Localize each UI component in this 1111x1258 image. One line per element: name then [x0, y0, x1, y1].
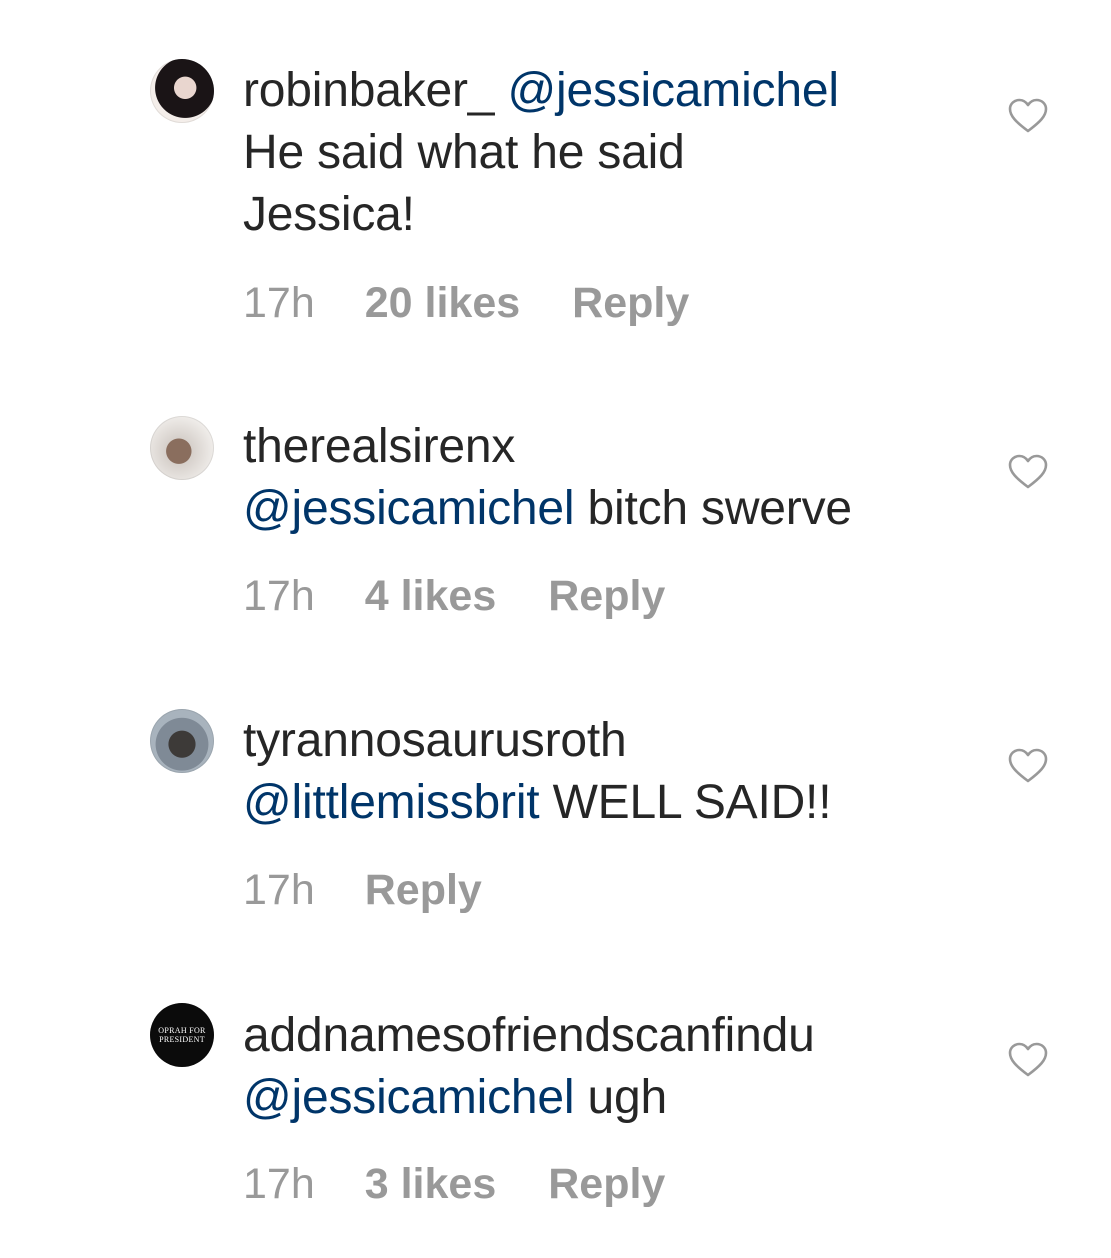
comment-time: 17h: [243, 1160, 315, 1208]
comment-mention[interactable]: @jessicamichel: [243, 1071, 575, 1124]
comment-username[interactable]: addnamesofriendscanfindu: [243, 1009, 815, 1062]
heart-outline-icon[interactable]: [1008, 454, 1048, 490]
comment-body: addnamesofriendscanfindu @jessicamichel …: [243, 1005, 963, 1129]
comment-meta: 17h 3 likes Reply: [243, 1159, 665, 1209]
comment-mention[interactable]: @jessicamichel: [507, 64, 839, 117]
comment-mention[interactable]: @jessicamichel: [243, 482, 575, 535]
comment-username[interactable]: therealsirenx: [243, 420, 515, 473]
comment-username[interactable]: robinbaker_: [243, 64, 495, 117]
comment-text: He said what he said Jessica!: [243, 126, 685, 241]
comment-time: 17h: [243, 866, 315, 914]
heart-outline-icon[interactable]: [1008, 98, 1048, 134]
reply-button[interactable]: Reply: [572, 278, 689, 328]
reply-button[interactable]: Reply: [548, 571, 665, 621]
comment-meta: 17h 4 likes Reply: [243, 571, 665, 621]
avatar-logo-text: OPRAH FOR PRESIDENT: [158, 1026, 206, 1044]
comment-time: 17h: [243, 572, 315, 620]
comment-body: robinbaker_ @jessicamichel He said what …: [243, 60, 963, 246]
comment-body: therealsirenx @jessicamichel bitch swerv…: [243, 416, 963, 540]
comment-likes[interactable]: 4 likes: [365, 571, 497, 621]
comment-text: WELL SAID!!: [552, 776, 832, 829]
avatar[interactable]: [150, 59, 214, 123]
comment-text: ugh: [587, 1071, 668, 1124]
reply-button[interactable]: Reply: [365, 865, 482, 915]
comment-mention[interactable]: @littlemissbrit: [243, 776, 540, 829]
heart-outline-icon[interactable]: [1008, 748, 1048, 784]
comment-body: tyrannosaurusroth @littlemissbrit WELL S…: [243, 710, 963, 834]
comment-meta: 17h Reply: [243, 865, 482, 915]
comment-meta: 17h 20 likes Reply: [243, 278, 689, 328]
heart-outline-icon[interactable]: [1008, 1042, 1048, 1078]
avatar[interactable]: OPRAH FOR PRESIDENT: [150, 1003, 214, 1067]
comment-text: bitch swerve: [587, 482, 853, 535]
avatar[interactable]: [150, 709, 214, 773]
comment-time: 17h: [243, 279, 315, 327]
comment-username[interactable]: tyrannosaurusroth: [243, 714, 627, 767]
reply-button[interactable]: Reply: [548, 1159, 665, 1209]
comment-likes[interactable]: 3 likes: [365, 1159, 497, 1209]
comment-likes[interactable]: 20 likes: [365, 278, 520, 328]
avatar[interactable]: [150, 416, 214, 480]
